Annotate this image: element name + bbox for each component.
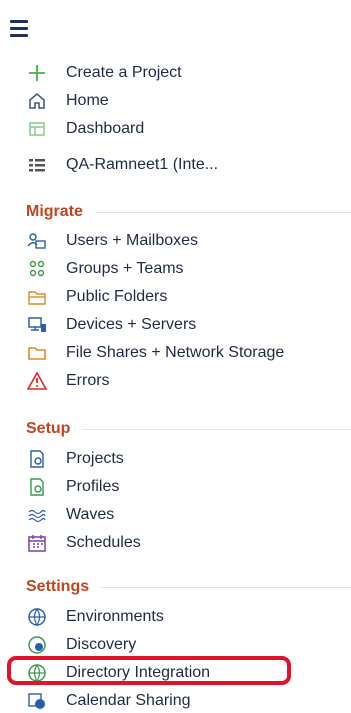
calendar-sharing-link[interactable]: Calendar Sharing (26, 688, 191, 713)
sidebar-panel: Create a Project Home Dashboard QA-Ramne… (0, 0, 351, 713)
home-icon (26, 90, 48, 112)
migrate-heading-text: Migrate (26, 203, 83, 220)
hamburger-menu-icon[interactable] (10, 20, 28, 37)
globe-icon (26, 606, 48, 628)
profiles-label: Profiles (66, 478, 120, 495)
discovery-link[interactable]: Discovery (26, 632, 136, 658)
schedules-label: Schedules (66, 534, 141, 551)
users-mailboxes-label: Users + Mailboxes (66, 232, 199, 249)
users-mailboxes-link[interactable]: Users + Mailboxes (26, 228, 198, 254)
devices-servers-label: Devices + Servers (66, 316, 197, 333)
settings-section-heading: Settings (26, 576, 351, 598)
discovery-globe-icon (26, 634, 48, 656)
calendar-globe-icon (26, 690, 48, 712)
groups-teams-link[interactable]: Groups + Teams (26, 256, 184, 282)
public-folders-link[interactable]: Public Folders (26, 284, 167, 310)
create-project-label: Create a Project (66, 64, 182, 81)
dashboard-link[interactable]: Dashboard (26, 116, 144, 142)
projects-label: Projects (66, 450, 124, 467)
projects-icon (26, 448, 48, 470)
profiles-link[interactable]: Profiles (26, 474, 119, 500)
schedules-link[interactable]: Schedules (26, 530, 141, 556)
file-shares-link[interactable]: File Shares + Network Storage (26, 340, 284, 366)
setup-divider (82, 428, 351, 430)
folder-icon (26, 342, 48, 364)
home-label: Home (66, 92, 109, 109)
projects-link[interactable]: Projects (26, 446, 124, 472)
settings-heading-text: Settings (26, 578, 90, 595)
user-mailbox-icon (26, 230, 48, 252)
migrate-section-heading: Migrate (26, 201, 351, 223)
calendar-icon (26, 532, 48, 554)
setup-section-heading: Setup (26, 418, 351, 440)
warning-icon (26, 370, 48, 392)
groups-teams-label: Groups + Teams (66, 260, 184, 277)
dashboard-label: Dashboard (66, 120, 145, 137)
public-folder-icon (26, 286, 48, 308)
project-link[interactable]: QA-Ramneet1 (Inte... (26, 152, 218, 178)
calendar-sharing-label: Calendar Sharing (66, 692, 191, 709)
groups-icon (26, 258, 48, 280)
environments-label: Environments (66, 608, 164, 625)
list-icon (26, 154, 48, 176)
devices-servers-link[interactable]: Devices + Servers (26, 312, 196, 338)
devices-icon (26, 314, 48, 336)
discovery-label: Discovery (66, 636, 137, 653)
home-link[interactable]: Home (26, 88, 109, 114)
waves-label: Waves (66, 506, 115, 523)
project-label: QA-Ramneet1 (Inte... (66, 156, 219, 173)
migrate-divider (94, 211, 351, 213)
file-shares-label: File Shares + Network Storage (66, 344, 285, 361)
environments-link[interactable]: Environments (26, 604, 164, 630)
highlight-box (7, 656, 291, 685)
plus-icon (26, 62, 48, 84)
waves-icon (26, 504, 48, 526)
dashboard-icon (26, 118, 48, 140)
waves-link[interactable]: Waves (26, 502, 114, 528)
public-folders-label: Public Folders (66, 288, 168, 305)
errors-link[interactable]: Errors (26, 368, 110, 394)
create-project-link[interactable]: Create a Project (26, 60, 182, 86)
errors-label: Errors (66, 372, 110, 389)
setup-heading-text: Setup (26, 420, 71, 437)
profiles-icon (26, 476, 48, 498)
settings-divider (101, 586, 351, 588)
